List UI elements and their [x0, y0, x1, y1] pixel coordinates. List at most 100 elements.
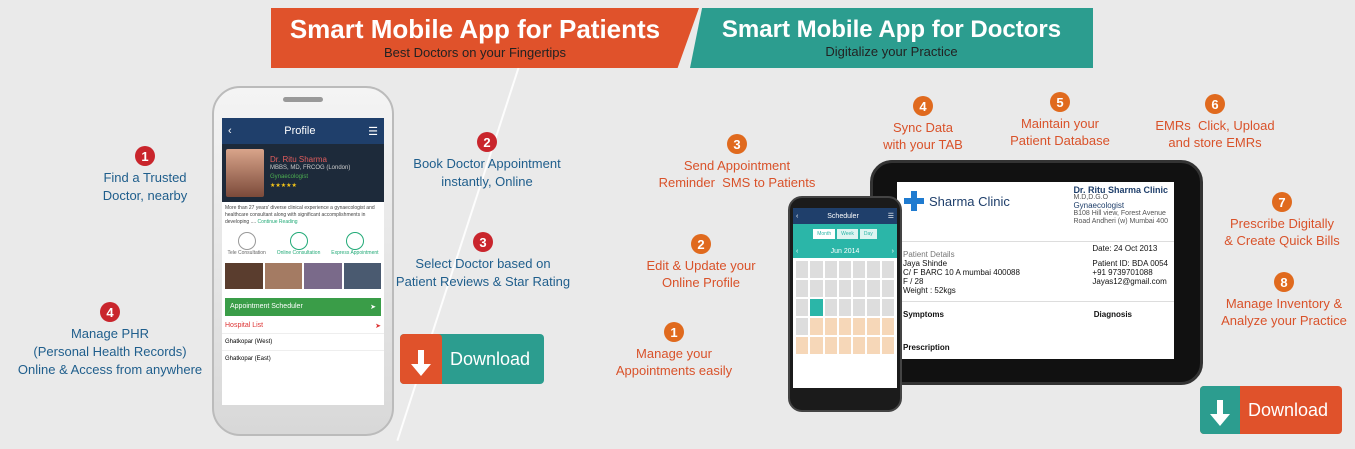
download-label: Download [1248, 399, 1329, 420]
calendar-day[interactable] [810, 318, 823, 335]
record-date: Date: 24 Oct 2013 [1092, 244, 1158, 253]
doctors-banner-title: Smart Mobile App for Doctors [721, 16, 1062, 43]
calendar-day[interactable] [796, 261, 809, 278]
patient-download-button[interactable]: Download [400, 334, 544, 384]
feature-number: 2 [477, 132, 497, 152]
calendar-day[interactable] [881, 280, 894, 297]
patients-banner: Smart Mobile App for Patients Best Docto… [271, 8, 699, 68]
doctor-feature-2: 2 Edit & Update your Online Profile [636, 234, 766, 291]
scheduler-screen: ‹ Scheduler ☰ Month Week Day ‹ Jun 2014 … [793, 208, 897, 388]
calendar-day[interactable] [838, 318, 852, 335]
calendar-day[interactable] [867, 280, 880, 297]
menu-icon[interactable]: ☰ [368, 125, 378, 138]
doctor-qualification: MBBS, MD, FRCOG (London) [270, 165, 351, 171]
calendar-day[interactable] [881, 337, 894, 354]
calendar-day[interactable] [838, 280, 852, 297]
prev-month-icon[interactable]: ‹ [796, 248, 798, 255]
calendar-day[interactable] [824, 261, 837, 278]
speaker-grille [283, 97, 323, 102]
calendar-day[interactable] [838, 299, 852, 316]
diagnosis-label: Diagnosis [1093, 310, 1132, 319]
doctor-feature-6: 6 EMRs Click, Upload and store EMRs [1150, 94, 1280, 151]
calendar-day[interactable] [810, 337, 823, 354]
phone-icon [237, 232, 256, 250]
download-icon [1200, 386, 1240, 434]
menu-icon[interactable]: ☰ [888, 212, 894, 220]
feature-number: 4 [100, 302, 120, 322]
calendar-day[interactable] [838, 261, 852, 278]
back-icon[interactable]: ‹ [796, 213, 798, 220]
feature-text: Manage PHR (Personal Health Records) Onl… [17, 326, 203, 377]
feature-text: Book Doctor Appointment instantly, Onlin… [413, 156, 561, 189]
calendar-day[interactable] [796, 280, 809, 297]
doctor-feature-5: 5 Maintain your Patient Database [1000, 92, 1120, 149]
clock-icon [345, 232, 364, 250]
calendar-day[interactable] [867, 318, 880, 335]
calendar-day[interactable] [881, 318, 894, 335]
calendar-day[interactable] [881, 261, 894, 278]
clinic-doctor: Dr. Ritu Sharma Clinic [1073, 185, 1168, 195]
tele-consultation-button[interactable]: Tele Consultation [227, 232, 266, 256]
back-icon[interactable]: ‹ [228, 125, 232, 137]
doctor-specialty: Gynaecologist [270, 174, 309, 180]
star-rating: ★★★★★ [270, 183, 297, 189]
calendar-day[interactable] [796, 337, 809, 354]
next-month-icon[interactable]: › [892, 248, 894, 255]
calendar-day[interactable] [838, 337, 852, 354]
doctor-feature-4: 4 Sync Data with your TAB [868, 96, 978, 153]
hospital-list-header[interactable]: Hospital List ➤ [222, 319, 384, 334]
calendar-day[interactable] [867, 299, 880, 316]
tab-week[interactable]: Week [837, 229, 858, 239]
calendar-day[interactable] [853, 261, 866, 278]
doctor-bio: More than 27 years' diverse clinical exp… [225, 205, 375, 225]
patient-feature-3: 3 Select Doctor based on Patient Reviews… [392, 232, 574, 291]
doctor-feature-1: 1 Manage your Appointments easily [604, 322, 744, 379]
calendar-day[interactable] [867, 261, 880, 278]
monitor-icon [289, 232, 308, 250]
calendar-day[interactable] [867, 337, 880, 354]
hospital-item[interactable]: Ghatkopar (West) [222, 334, 384, 351]
feature-text: Select Doctor based on Patient Reviews &… [395, 256, 571, 289]
calendar-day[interactable] [824, 318, 837, 335]
medical-cross-icon [904, 191, 924, 211]
calendar-day[interactable] [810, 280, 823, 297]
hospital-item[interactable]: Ghatkopar (East) [222, 351, 384, 367]
calendar-day[interactable] [853, 318, 866, 335]
calendar-day[interactable] [796, 299, 809, 316]
clinic-photos [222, 260, 384, 292]
month-label: Jun 2014 [830, 247, 860, 255]
download-icon [400, 334, 442, 384]
calendar-day[interactable] [810, 261, 823, 278]
calendar-day[interactable] [796, 318, 809, 335]
doctor-feature-3: 3 Send Appointment Reminder SMS to Patie… [652, 134, 822, 191]
tab-month[interactable]: Month [813, 229, 836, 239]
calendar-day[interactable] [824, 280, 837, 297]
express-appointment-button[interactable]: Express Appointment [331, 232, 379, 256]
patient-feature-1: 1 Find a Trusted Doctor, nearby [80, 146, 210, 205]
doctor-avatar [226, 149, 264, 197]
calendar-day[interactable] [853, 280, 866, 297]
calendar-day[interactable] [824, 299, 837, 316]
doctors-banner: Smart Mobile App for Doctors Digitalize … [690, 8, 1093, 68]
appointment-scheduler-button[interactable]: Appointment Scheduler ➤ [225, 298, 381, 316]
download-label: Download [450, 348, 531, 369]
online-consultation-button[interactable]: Online Consultation [277, 232, 320, 256]
doctors-banner-subtitle: Digitalize your Practice [825, 44, 958, 59]
arrow-right-icon: ➤ [370, 304, 376, 311]
calendar-day[interactable] [881, 299, 894, 316]
prescription-label: Prescription [903, 343, 950, 352]
arrow-right-icon: ➤ [375, 323, 381, 330]
calendar-day[interactable] [810, 299, 823, 316]
tab-day[interactable]: Day [859, 229, 877, 239]
calendar-day[interactable] [824, 337, 837, 354]
calendar-day[interactable] [853, 299, 866, 316]
calendar-day[interactable] [853, 337, 866, 354]
patient-feature-2: 2 Book Doctor Appointment instantly, Onl… [404, 132, 570, 191]
symptoms-label: Symptoms [903, 310, 944, 319]
feature-number: 3 [473, 232, 493, 252]
doctor-download-button[interactable]: Download [1200, 386, 1342, 434]
patient-feature-4: 4 Manage PHR (Personal Health Records) O… [12, 302, 208, 379]
doctor-name: Dr. Ritu Sharma [270, 155, 327, 164]
patients-banner-subtitle: Best Doctors on your Fingertips [383, 45, 567, 60]
patient-name: Jaya Shinde [903, 259, 948, 268]
